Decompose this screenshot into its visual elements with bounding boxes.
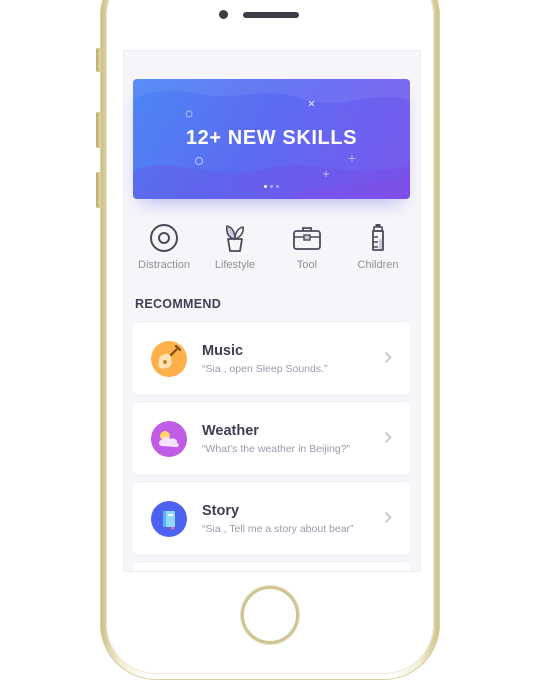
plant-pot-icon <box>225 225 244 252</box>
volume-down-button <box>96 172 101 208</box>
app-screen: 12+ NEW SKILLS Distraction Lifestyle Too… <box>123 50 421 572</box>
baby-bottle-icon <box>372 224 384 251</box>
guitar-icon <box>151 341 187 377</box>
skill-card-music[interactable]: Music “Sia , open Sleep Sounds.” <box>133 323 410 394</box>
new-skills-banner[interactable]: 12+ NEW SKILLS <box>133 79 410 199</box>
category-label: Children <box>357 259 399 271</box>
category-label: Distraction <box>138 259 190 271</box>
category-children[interactable]: Children <box>343 223 413 271</box>
skill-card-story[interactable]: Story “Sia , Tell me a story about bear” <box>133 483 410 554</box>
card-title: Weather <box>202 423 259 439</box>
disc-icon <box>150 224 178 252</box>
front-camera <box>219 10 228 19</box>
mute-switch <box>96 48 101 72</box>
pagination-dot[interactable] <box>276 185 279 188</box>
pagination-dot[interactable] <box>264 185 267 188</box>
category-label: Lifestyle <box>214 259 256 271</box>
card-subtitle: “Sia , open Sleep Sounds.” <box>202 363 328 375</box>
card-title: Music <box>202 343 244 359</box>
card-subtitle: “Sia , Tell me a story about bear” <box>202 523 354 535</box>
toolbox-icon <box>293 227 321 250</box>
category-label: Tool <box>296 259 318 271</box>
chevron-right-icon <box>385 352 392 363</box>
banner-title: 12+ NEW SKILLS <box>185 127 358 149</box>
recommend-heading: RECOMMEND <box>135 297 222 311</box>
chevron-right-icon <box>385 432 392 443</box>
volume-up-button <box>96 112 101 148</box>
category-tool[interactable]: Tool <box>272 223 342 271</box>
card-subtitle: “What’s the weather in Beijing?” <box>202 443 351 455</box>
book-icon <box>151 501 187 537</box>
weather-icon <box>151 421 187 457</box>
banner-pagination[interactable] <box>133 185 410 188</box>
card-title: Story <box>202 503 240 519</box>
skill-card-weather[interactable]: Weather “What’s the weather in Beijing?” <box>133 403 410 474</box>
earpiece-speaker <box>243 12 299 18</box>
skill-card-partial[interactable] <box>133 563 410 571</box>
category-row: Distraction Lifestyle Tool Children <box>124 223 420 275</box>
category-distraction[interactable]: Distraction <box>129 223 199 271</box>
pagination-dot[interactable] <box>270 185 273 188</box>
chevron-right-icon <box>385 512 392 523</box>
category-lifestyle[interactable]: Lifestyle <box>200 223 270 271</box>
home-button[interactable] <box>241 586 299 644</box>
